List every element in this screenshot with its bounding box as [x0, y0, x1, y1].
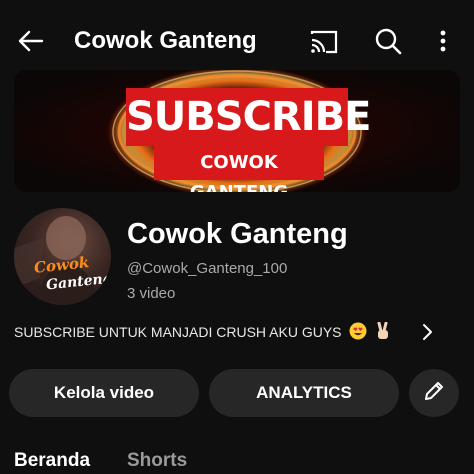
- banner-subtitle: COWOK GANTENG: [190, 152, 288, 192]
- more-vertical-icon[interactable]: [428, 24, 458, 58]
- channel-banner: SUBSCRIBE COWOK GANTENG: [14, 70, 460, 192]
- channel-avatar[interactable]: Cowok Ganteng: [14, 208, 111, 305]
- description-text: SUBSCRIBE UNTUK MANJADI CRUSH AKU GUYS: [14, 324, 342, 340]
- channel-handle: @Cowok_Ganteng_100: [127, 260, 288, 277]
- back-arrow-icon[interactable]: [14, 24, 48, 58]
- channel-name: Cowok Ganteng: [127, 218, 348, 250]
- page-title: Cowok Ganteng: [74, 27, 257, 54]
- tab-beranda[interactable]: Beranda: [14, 450, 90, 472]
- analytics-button[interactable]: ANALYTICS: [209, 369, 399, 417]
- manage-videos-button[interactable]: Kelola video: [9, 369, 199, 417]
- channel-tabs: Beranda Shorts: [0, 446, 474, 474]
- victory-hand-emoji-icon: [375, 321, 391, 345]
- tab-shorts[interactable]: Shorts: [127, 450, 187, 472]
- video-count: 3 video: [127, 285, 176, 302]
- heart-eyes-emoji-icon: [349, 322, 367, 345]
- edit-channel-button[interactable]: [409, 369, 459, 417]
- top-app-bar: Cowok Ganteng: [0, 0, 474, 80]
- cast-icon[interactable]: [306, 24, 342, 58]
- pencil-icon: [421, 378, 447, 409]
- search-icon[interactable]: [370, 24, 406, 58]
- channel-description[interactable]: SUBSCRIBE UNTUK MANJADI CRUSH AKU GUYS: [14, 321, 391, 345]
- banner-title: SUBSCRIBE: [126, 94, 371, 140]
- chevron-right-icon[interactable]: [418, 320, 436, 344]
